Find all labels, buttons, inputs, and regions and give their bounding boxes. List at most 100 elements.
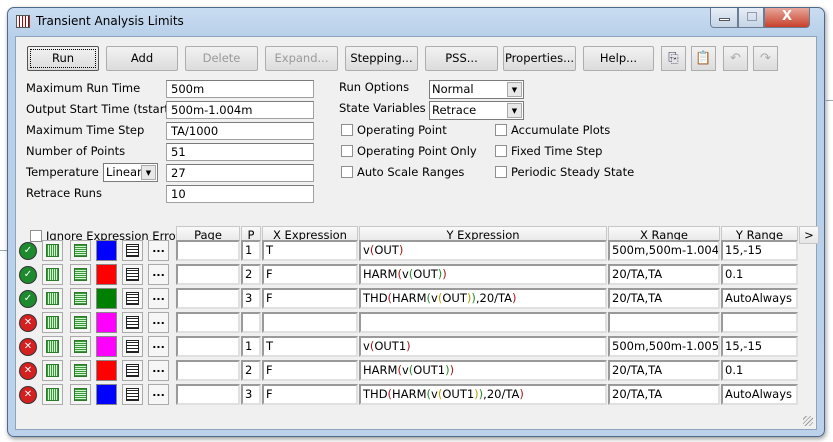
retrace-runs-input[interactable]: 10 <box>166 185 314 203</box>
cell-y-expression[interactable]: HARM(v(OUT1)) <box>359 360 607 381</box>
horizontal-grid-button[interactable] <box>70 384 91 405</box>
ignore-expression-errors-checkbox[interactable] <box>30 230 42 242</box>
max-run-time-input[interactable]: 500m <box>166 80 314 98</box>
cell-xr[interactable]: 500m,500m-1.005m <box>608 336 720 357</box>
horizontal-grid-button[interactable] <box>70 312 91 333</box>
stepping-button[interactable]: Stepping... <box>345 46 418 71</box>
header-more-button[interactable]: > <box>799 226 819 244</box>
more-options-button[interactable]: ... <box>148 312 169 333</box>
cell-page[interactable] <box>176 288 240 309</box>
horizontal-grid-button[interactable] <box>70 360 91 381</box>
cell-page[interactable] <box>176 312 240 333</box>
cell-yr[interactable]: 15,-15 <box>721 336 798 357</box>
cell-y-expression[interactable]: THD(HARM(v(OUT)),20/TA) <box>359 288 607 309</box>
cell-xr[interactable]: 20/TA,TA <box>608 288 720 309</box>
operating-point-checkbox[interactable] <box>341 124 353 136</box>
table-button[interactable] <box>122 240 143 261</box>
run-options-select[interactable]: Normal ▼ <box>429 80 524 99</box>
minimize-button[interactable] <box>710 8 738 28</box>
table-button[interactable] <box>122 384 143 405</box>
vertical-grid-button[interactable] <box>42 288 63 309</box>
maximize-button[interactable] <box>738 8 764 28</box>
horizontal-grid-button[interactable] <box>70 264 91 285</box>
cell-page[interactable] <box>176 336 240 357</box>
fixed-time-step-checkbox[interactable] <box>495 145 507 157</box>
cell-y-expression[interactable]: HARM(v(OUT)) <box>359 264 607 285</box>
vertical-grid-button[interactable] <box>42 264 63 285</box>
temperature-input[interactable]: 27 <box>166 164 314 182</box>
cell-page[interactable] <box>176 360 240 381</box>
cell-yr[interactable]: AutoAlways <box>721 384 798 405</box>
cell-p[interactable]: 3 <box>241 384 261 405</box>
cell-x[interactable]: F <box>262 360 358 381</box>
cell-x[interactable]: F <box>262 384 358 405</box>
temperature-mode-select[interactable]: Linear ▼ <box>103 163 158 182</box>
curve-color-button[interactable] <box>96 360 117 381</box>
cell-x[interactable]: F <box>262 264 358 285</box>
cell-yr[interactable]: 0.1 <box>721 264 798 285</box>
cell-p[interactable]: 2 <box>241 360 261 381</box>
table-button[interactable] <box>122 312 143 333</box>
more-options-button[interactable]: ... <box>148 264 169 285</box>
cell-xr[interactable] <box>608 312 720 333</box>
add-button[interactable]: Add <box>106 46 178 71</box>
vertical-grid-button[interactable] <box>42 360 63 381</box>
num-points-input[interactable]: 51 <box>166 143 314 161</box>
paste-icon[interactable]: 📋 <box>691 46 716 71</box>
cell-p[interactable]: 2 <box>241 264 261 285</box>
cell-xr[interactable]: 20/TA,TA <box>608 360 720 381</box>
curve-color-button[interactable] <box>96 384 117 405</box>
auto-scale-ranges-checkbox[interactable] <box>341 166 353 178</box>
cell-yr[interactable]: 0.1 <box>721 360 798 381</box>
table-button[interactable] <box>122 288 143 309</box>
table-button[interactable] <box>122 336 143 357</box>
cell-p[interactable]: 1 <box>241 336 261 357</box>
redo-icon[interactable]: ↷ <box>753 46 778 71</box>
cell-y-expression[interactable] <box>359 312 607 333</box>
pss-button[interactable]: PSS... <box>425 46 498 71</box>
cell-y-expression[interactable]: THD(HARM(v(OUT1)),20/TA) <box>359 384 607 405</box>
cell-x[interactable] <box>262 312 358 333</box>
enabled-check-icon[interactable]: ✓ <box>20 243 36 259</box>
close-button[interactable]: X <box>764 8 810 28</box>
disabled-x-icon[interactable]: ✕ <box>20 363 36 379</box>
more-options-button[interactable]: ... <box>148 360 169 381</box>
cell-p[interactable] <box>241 312 261 333</box>
cell-xr[interactable]: 500m,500m-1.004m <box>608 240 720 261</box>
cell-p[interactable]: 1 <box>241 240 261 261</box>
table-button[interactable] <box>122 360 143 381</box>
more-options-button[interactable]: ... <box>148 336 169 357</box>
cell-page[interactable] <box>176 264 240 285</box>
curve-color-button[interactable] <box>96 288 117 309</box>
max-time-step-input[interactable]: TA/1000 <box>166 122 314 140</box>
cell-y-expression[interactable]: v(OUT) <box>359 240 607 261</box>
cell-x[interactable]: T <box>262 240 358 261</box>
cell-yr[interactable]: 15,-15 <box>721 240 798 261</box>
accumulate-plots-checkbox[interactable] <box>495 124 507 136</box>
more-options-button[interactable]: ... <box>148 288 169 309</box>
help-button[interactable]: Help... <box>583 46 654 71</box>
curve-color-button[interactable] <box>96 312 117 333</box>
vertical-grid-button[interactable] <box>42 336 63 357</box>
more-options-button[interactable]: ... <box>148 384 169 405</box>
output-start-time-input[interactable]: 500m-1.004m <box>166 101 314 119</box>
state-variables-select[interactable]: Retrace ▼ <box>429 101 524 120</box>
cell-x[interactable]: F <box>262 288 358 309</box>
cell-xr[interactable]: 20/TA,TA <box>608 384 720 405</box>
curve-color-button[interactable] <box>96 264 117 285</box>
disabled-x-icon[interactable]: ✕ <box>20 387 36 403</box>
cell-p[interactable]: 3 <box>241 288 261 309</box>
cell-y-expression[interactable]: v(OUT1) <box>359 336 607 357</box>
curve-color-button[interactable] <box>96 240 117 261</box>
table-button[interactable] <box>122 264 143 285</box>
run-button[interactable]: Run <box>27 46 99 71</box>
more-options-button[interactable]: ... <box>148 240 169 261</box>
properties-button[interactable]: Properties... <box>503 46 576 71</box>
horizontal-grid-button[interactable] <box>70 336 91 357</box>
periodic-steady-state-checkbox[interactable] <box>495 166 507 178</box>
cell-xr[interactable]: 20/TA,TA <box>608 264 720 285</box>
vertical-grid-button[interactable] <box>42 384 63 405</box>
horizontal-grid-button[interactable] <box>70 288 91 309</box>
cell-yr[interactable] <box>721 312 798 333</box>
cell-yr[interactable]: AutoAlways <box>721 288 798 309</box>
